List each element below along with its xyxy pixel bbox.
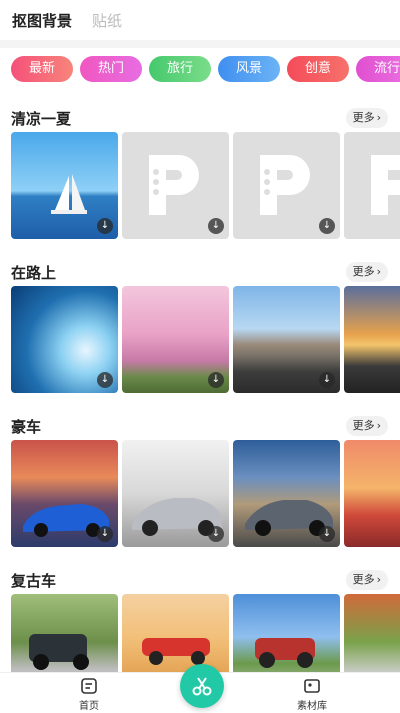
chevron-right-icon: › (376, 419, 381, 432)
chip-latest[interactable]: 最新 (11, 56, 73, 82)
template-card-sunset-road[interactable] (344, 286, 400, 393)
download-icon[interactable]: ↓ (208, 218, 224, 234)
more-label: 更多 (352, 265, 375, 278)
download-icon[interactable]: ↓ (208, 526, 224, 542)
home-icon (81, 678, 97, 694)
header-tabs: 抠图背景 贴纸 (0, 0, 400, 40)
template-card-cherry-blossom[interactable]: ↓ (122, 286, 229, 393)
template-card-silver-car[interactable]: ↓ (122, 440, 229, 547)
nav-materials-label: 素材库 (297, 701, 327, 712)
chip-travel[interactable]: 旅行 (149, 56, 211, 82)
template-card-placeholder[interactable] (344, 132, 400, 239)
download-icon[interactable]: ↓ (319, 526, 335, 542)
download-icon[interactable]: ↓ (208, 372, 224, 388)
chip-creative[interactable]: 创意 (287, 56, 349, 82)
more-button[interactable]: 更多 › (345, 108, 388, 128)
download-icon[interactable]: ↓ (97, 218, 113, 234)
more-label: 更多 (352, 111, 375, 124)
nav-home[interactable]: 首页 (59, 677, 119, 712)
download-icon[interactable]: ↓ (97, 526, 113, 542)
materials-icon (304, 679, 320, 693)
tab-cutout-background[interactable]: 抠图背景 (12, 10, 72, 31)
tab-stickers[interactable]: 贴纸 (92, 10, 122, 31)
section-title: 豪车 (11, 418, 42, 436)
header-divider (0, 40, 400, 48)
chevron-right-icon: › (376, 111, 381, 124)
scissors-icon (192, 677, 212, 696)
template-card-sunset-car[interactable]: ↓ (233, 440, 340, 547)
section-vintage-cars: 复古车 更多 › (0, 570, 400, 701)
template-card-blue-sports-car[interactable]: ↓ (11, 440, 118, 547)
nav-materials[interactable]: 素材库 (282, 677, 342, 712)
section-title: 在路上 (11, 264, 57, 282)
section-title: 清凉一夏 (11, 110, 72, 128)
placeholder-logo-icon (371, 155, 400, 215)
more-button[interactable]: 更多 › (345, 416, 388, 436)
section-summer: 清凉一夏 更多 › ↓ ↓ ↓ (0, 108, 400, 240)
chip-popular[interactable]: 流行 (356, 56, 400, 82)
chip-scenery[interactable]: 风景 (218, 56, 280, 82)
nav-home-label: 首页 (79, 701, 99, 712)
download-icon[interactable]: ↓ (319, 218, 335, 234)
section-on-the-road: 在路上 更多 › ↓ ↓ ↓ (0, 262, 400, 394)
more-label: 更多 (352, 573, 375, 586)
chevron-right-icon: › (376, 573, 381, 586)
chip-hot[interactable]: 热门 (80, 56, 142, 82)
more-button[interactable]: 更多 › (345, 262, 388, 282)
template-card-placeholder[interactable]: ↓ (233, 132, 340, 239)
section-title: 复古车 (11, 572, 57, 590)
cutout-button[interactable] (180, 664, 224, 708)
download-icon[interactable]: ↓ (97, 372, 113, 388)
template-card-sailboat[interactable]: ↓ (11, 132, 118, 239)
template-card-placeholder[interactable]: ↓ (122, 132, 229, 239)
more-label: 更多 (352, 419, 375, 432)
placeholder-logo-icon (260, 155, 310, 215)
category-chips: 最新 热门 旅行 风景 创意 流行 (0, 56, 400, 84)
template-card-desert-road[interactable]: ↓ (233, 286, 340, 393)
download-icon[interactable]: ↓ (319, 372, 335, 388)
template-card-red-car[interactable] (344, 440, 400, 547)
section-luxury-cars: 豪车 更多 › ↓ ↓ ↓ (0, 416, 400, 548)
more-button[interactable]: 更多 › (345, 570, 388, 590)
template-card-wave[interactable]: ↓ (11, 286, 118, 393)
placeholder-logo-icon (149, 155, 199, 215)
chevron-right-icon: › (376, 265, 381, 278)
